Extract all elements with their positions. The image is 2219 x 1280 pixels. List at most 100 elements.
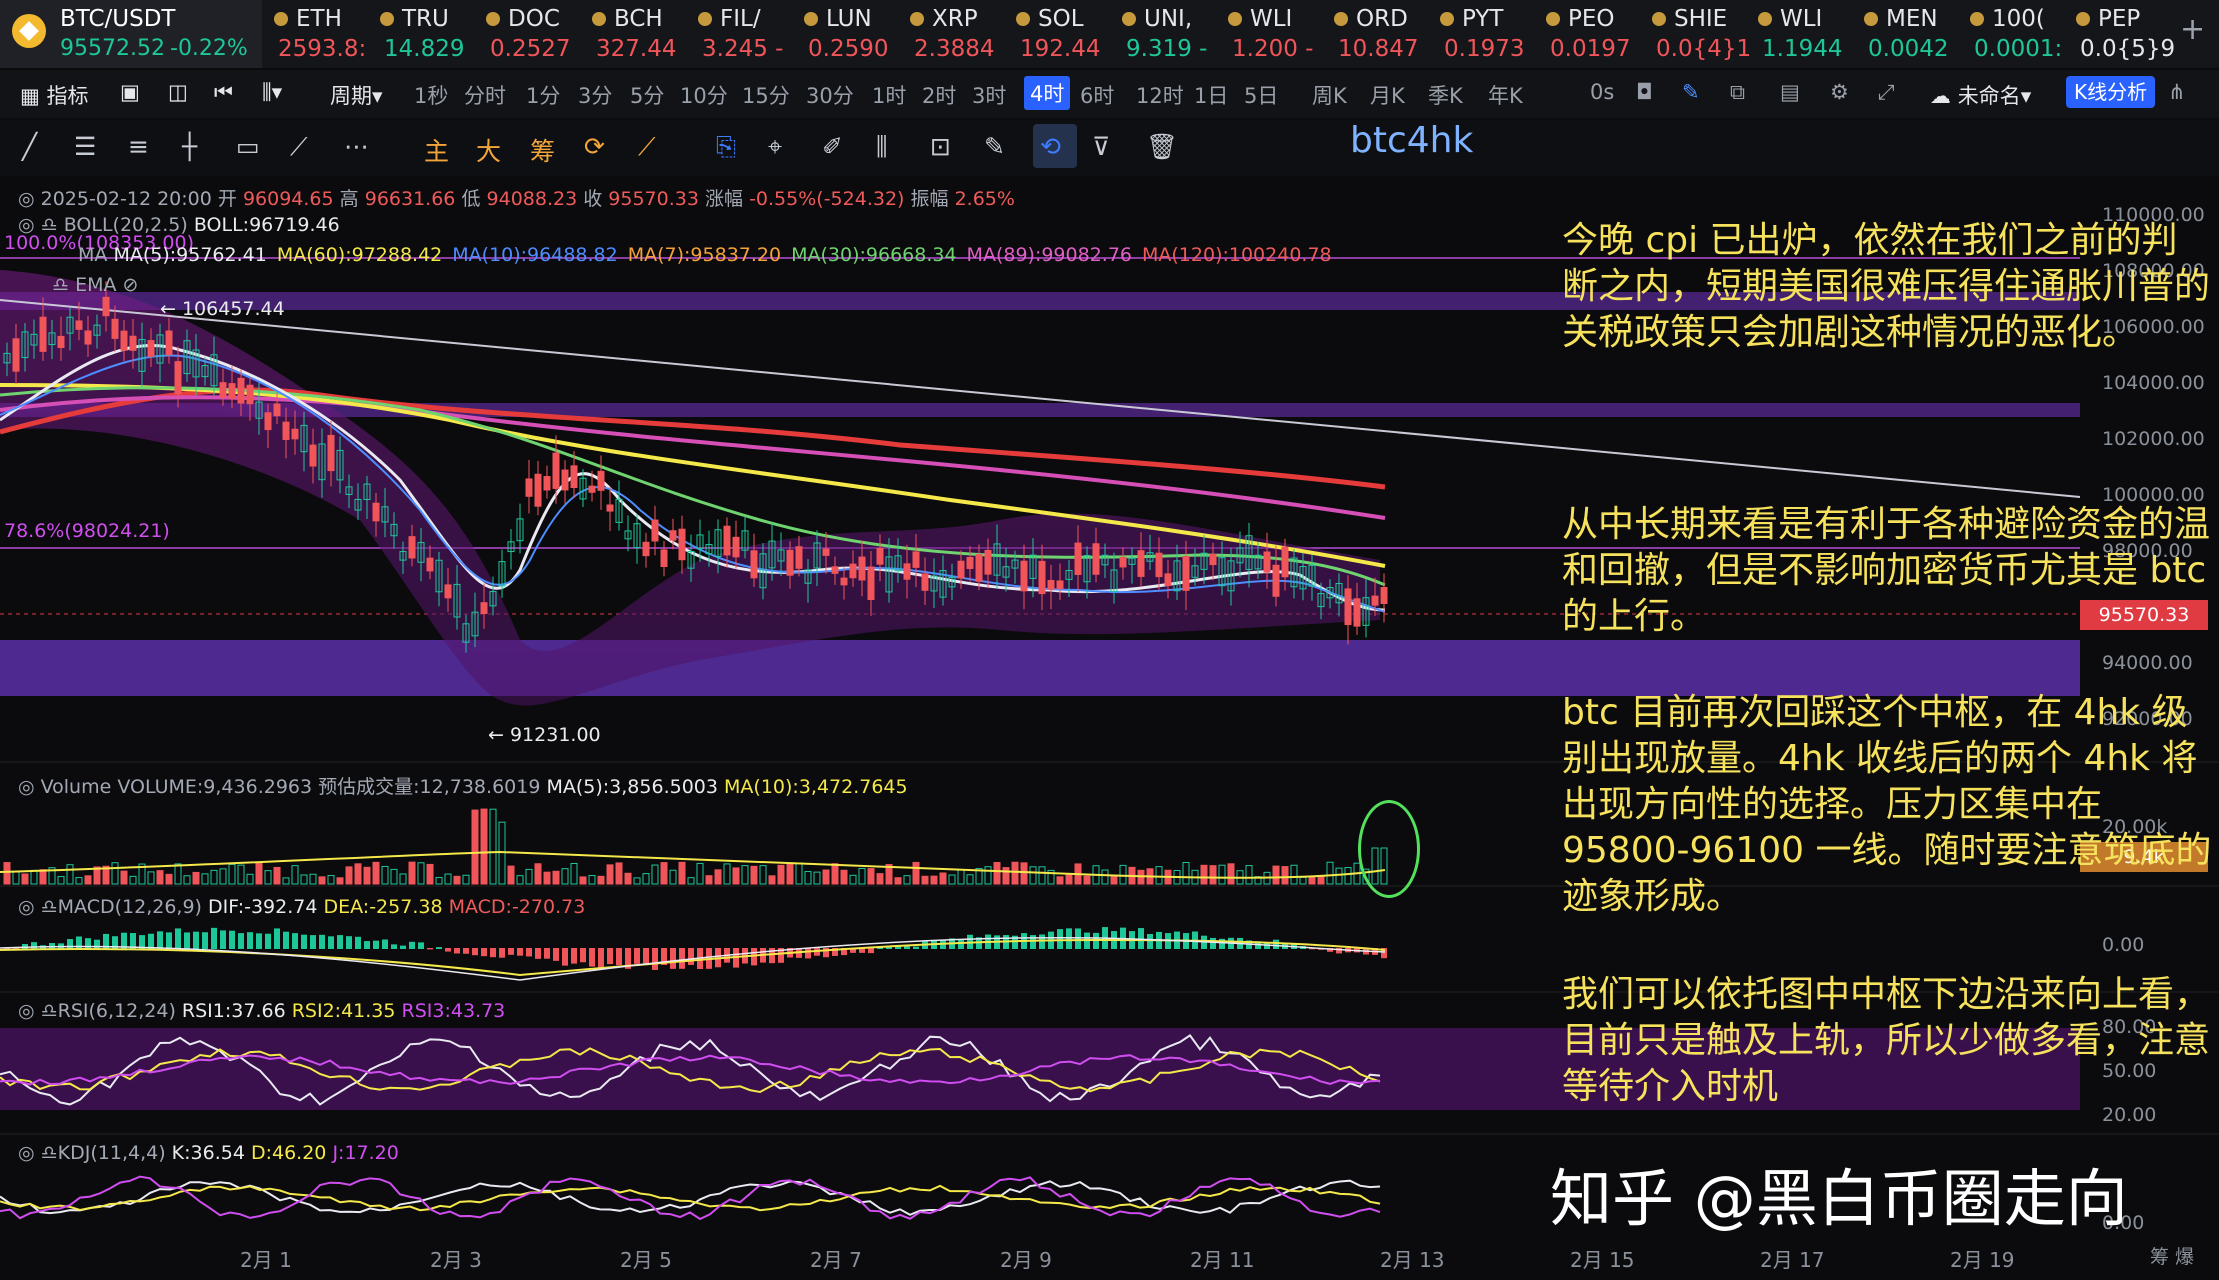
candle-body (966, 556, 974, 569)
price-axis-label: 104000.00 (2102, 372, 2205, 394)
volume-bar (849, 874, 857, 885)
macd-bar (346, 936, 352, 949)
volume-bar (300, 874, 308, 885)
candle-body (957, 560, 965, 579)
candle-body (1038, 560, 1046, 595)
volume-bar (1272, 865, 1280, 885)
macd-bar (535, 948, 541, 959)
macd-bar (157, 931, 163, 949)
volume-bar (750, 865, 758, 885)
change-label: 涨幅 (705, 188, 744, 210)
open-label: 开 (217, 188, 237, 210)
candle-body (570, 465, 578, 488)
volume-bar (237, 864, 245, 885)
ma-legend[interactable]: MA MA(5):95762.41 MA(60):97288.42 MA(10):9… (78, 244, 1342, 266)
macd-bar (355, 936, 361, 949)
macd-bar (868, 948, 874, 954)
volume-bar (1335, 867, 1343, 885)
low-label: 低 (461, 188, 481, 210)
kdj-legend[interactable]: ◎ ♎KDJ(11,4,4) K:36.54 D:46.20 J:17.20 (18, 1142, 399, 1164)
amplitude-label: 振幅 (910, 188, 949, 210)
candle-body (975, 554, 983, 582)
fib-786-label: 78.6%(98024.21) (4, 520, 170, 542)
macd-bar (328, 936, 334, 949)
macd-bar (562, 948, 568, 966)
volume-estimate: 预估成交量:12,738.6019 (318, 776, 541, 798)
volume-bar (795, 862, 803, 885)
candle-body (786, 549, 794, 576)
candle-date: 2025-02-12 20:00 (40, 188, 212, 210)
volume-label: Volume (40, 776, 112, 798)
candle-body (246, 384, 254, 405)
candle-body (327, 434, 335, 472)
candle-body (543, 476, 551, 491)
macd-bar (238, 933, 244, 949)
macd-bar (175, 928, 181, 949)
volume-bar (1209, 865, 1217, 885)
volume-bar (480, 808, 488, 885)
macd-bar (184, 932, 190, 949)
candle-body (273, 403, 281, 417)
volume-bar (129, 875, 137, 885)
ema-label: EMA (75, 274, 117, 296)
ema-legend[interactable]: ♎ EMA ⊘ (52, 274, 138, 296)
volume-bar (120, 870, 128, 885)
macd-bar (274, 928, 280, 949)
macd-bar (634, 948, 640, 964)
macd-bar (454, 948, 460, 954)
candle-body (75, 320, 83, 330)
candle-body (651, 519, 659, 542)
rsi2-value: RSI2:41.35 (291, 1000, 396, 1022)
candle-body (111, 318, 119, 339)
candle-body (606, 504, 614, 512)
volume-bar (678, 861, 686, 885)
volume-bar (1011, 861, 1019, 885)
volume-bar (390, 868, 398, 885)
macd-bar (193, 931, 199, 949)
ma-label: MA (78, 244, 108, 266)
macd-bar (904, 946, 910, 949)
volume-bar (768, 875, 776, 885)
ma-value-4: MA(30):96668.34 (791, 244, 957, 266)
volume-bar (912, 861, 920, 885)
macd-value: MACD:-270.73 (448, 896, 586, 918)
candle-body (1137, 550, 1145, 577)
volume-ma10: MA(10):3,472.7645 (724, 776, 908, 798)
volume-bar (939, 872, 947, 885)
candle-body (903, 563, 911, 580)
candle-body (129, 335, 137, 351)
macd-bar (94, 939, 100, 949)
close-value: 95570.33 (608, 188, 699, 210)
volume-bar (1029, 866, 1037, 885)
volume-bar (651, 864, 659, 885)
candle-body (912, 551, 920, 568)
macd-bar (553, 948, 559, 961)
macd-bar (472, 948, 478, 956)
volume-bar (246, 873, 254, 885)
volume-legend[interactable]: ◎ Volume VOLUME:9,436.2963 预估成交量:12,738.… (18, 772, 908, 799)
volume-bar (363, 866, 371, 885)
candle-body (867, 566, 875, 600)
volume-bar (660, 862, 668, 885)
macd-bar (1219, 938, 1225, 949)
candle-body (1092, 543, 1100, 575)
candle-body (1209, 553, 1217, 566)
volume-bar (1326, 861, 1334, 885)
volume-bar (84, 875, 92, 885)
candle-body (1344, 588, 1352, 626)
rsi-legend[interactable]: ◎ ♎RSI(6,12,24) RSI1:37.66 RSI2:41.35 RS… (18, 1000, 505, 1022)
macd-bar (580, 948, 586, 963)
volume-bar (687, 877, 695, 885)
macd-legend[interactable]: ◎ ♎MACD(12,26,9) DIF:-392.74 DEA:-257.38… (18, 896, 585, 918)
macd-bar (490, 948, 496, 958)
candle-body (1047, 579, 1055, 590)
candle-body (1074, 542, 1082, 575)
macd-bar (616, 948, 622, 966)
volume-bar (507, 865, 515, 885)
watermark: 知乎 @黑白币圈走向 (1550, 1162, 2128, 1235)
volume-bar (147, 871, 155, 885)
macd-bar (220, 930, 226, 949)
volume-bar (381, 865, 389, 885)
volume-bar (1056, 876, 1064, 885)
volume-bar (426, 863, 434, 885)
